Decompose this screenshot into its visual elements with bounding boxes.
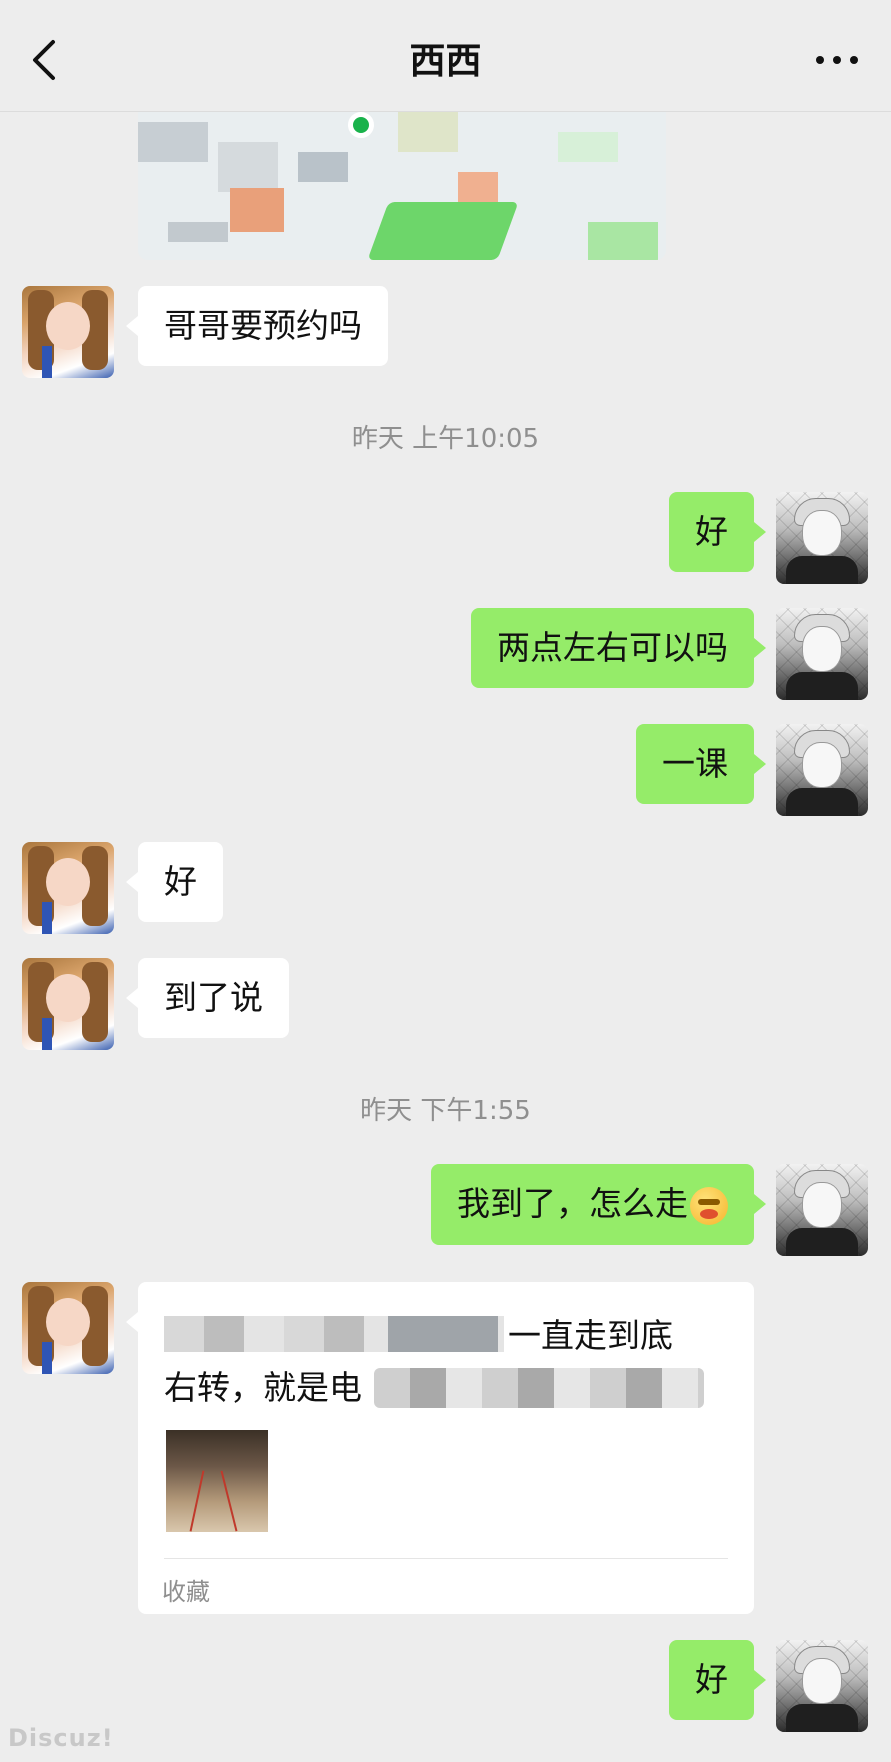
watermark: Discuz! — [8, 1724, 114, 1752]
message-bubble-incoming[interactable]: 哥哥要预约吗 — [126, 286, 388, 366]
message-bubble-outgoing[interactable]: 两点左右可以吗 — [471, 608, 766, 688]
message-bubble-incoming[interactable]: 好 — [126, 842, 223, 922]
my-avatar[interactable] — [776, 492, 868, 584]
more-button[interactable] — [809, 34, 865, 86]
favorite-source-label: 收藏 — [162, 1578, 210, 1606]
chat-title: 西西 — [409, 41, 482, 82]
my-avatar[interactable] — [776, 724, 868, 816]
contact-avatar[interactable] — [22, 842, 114, 934]
message-text: 我到了，怎么走 — [457, 1184, 688, 1223]
more-dots-icon — [816, 56, 858, 64]
favorite-card[interactable]: 一直走到底 右转，就是电 收藏 — [126, 1282, 754, 1614]
my-avatar[interactable] — [776, 1164, 868, 1256]
timestamp: 昨天 上午10:05 — [351, 424, 540, 454]
message-bubble-outgoing[interactable]: 我到了，怎么走 — [431, 1164, 766, 1245]
message-bubble-outgoing[interactable]: 好 — [669, 1640, 766, 1720]
contact-avatar[interactable] — [22, 1282, 114, 1374]
divider — [164, 1558, 728, 1559]
favorite-image-thumbnail[interactable] — [166, 1430, 268, 1532]
timestamp: 昨天 下午1:55 — [360, 1096, 531, 1126]
contact-avatar[interactable] — [22, 286, 114, 378]
chat-header: 西西 — [0, 0, 891, 112]
my-avatar[interactable] — [776, 608, 868, 700]
contact-avatar[interactable] — [22, 958, 114, 1050]
message-bubble-outgoing[interactable]: 好 — [669, 492, 766, 572]
hungry-emoji-icon — [690, 1186, 728, 1225]
my-avatar[interactable] — [776, 1640, 868, 1732]
location-map-card[interactable] — [138, 112, 666, 260]
message-bubble-outgoing[interactable]: 一课 — [636, 724, 766, 804]
favorite-text-line1: 一直走到底 — [508, 1316, 673, 1355]
message-bubble-incoming[interactable]: 到了说 — [126, 958, 289, 1038]
